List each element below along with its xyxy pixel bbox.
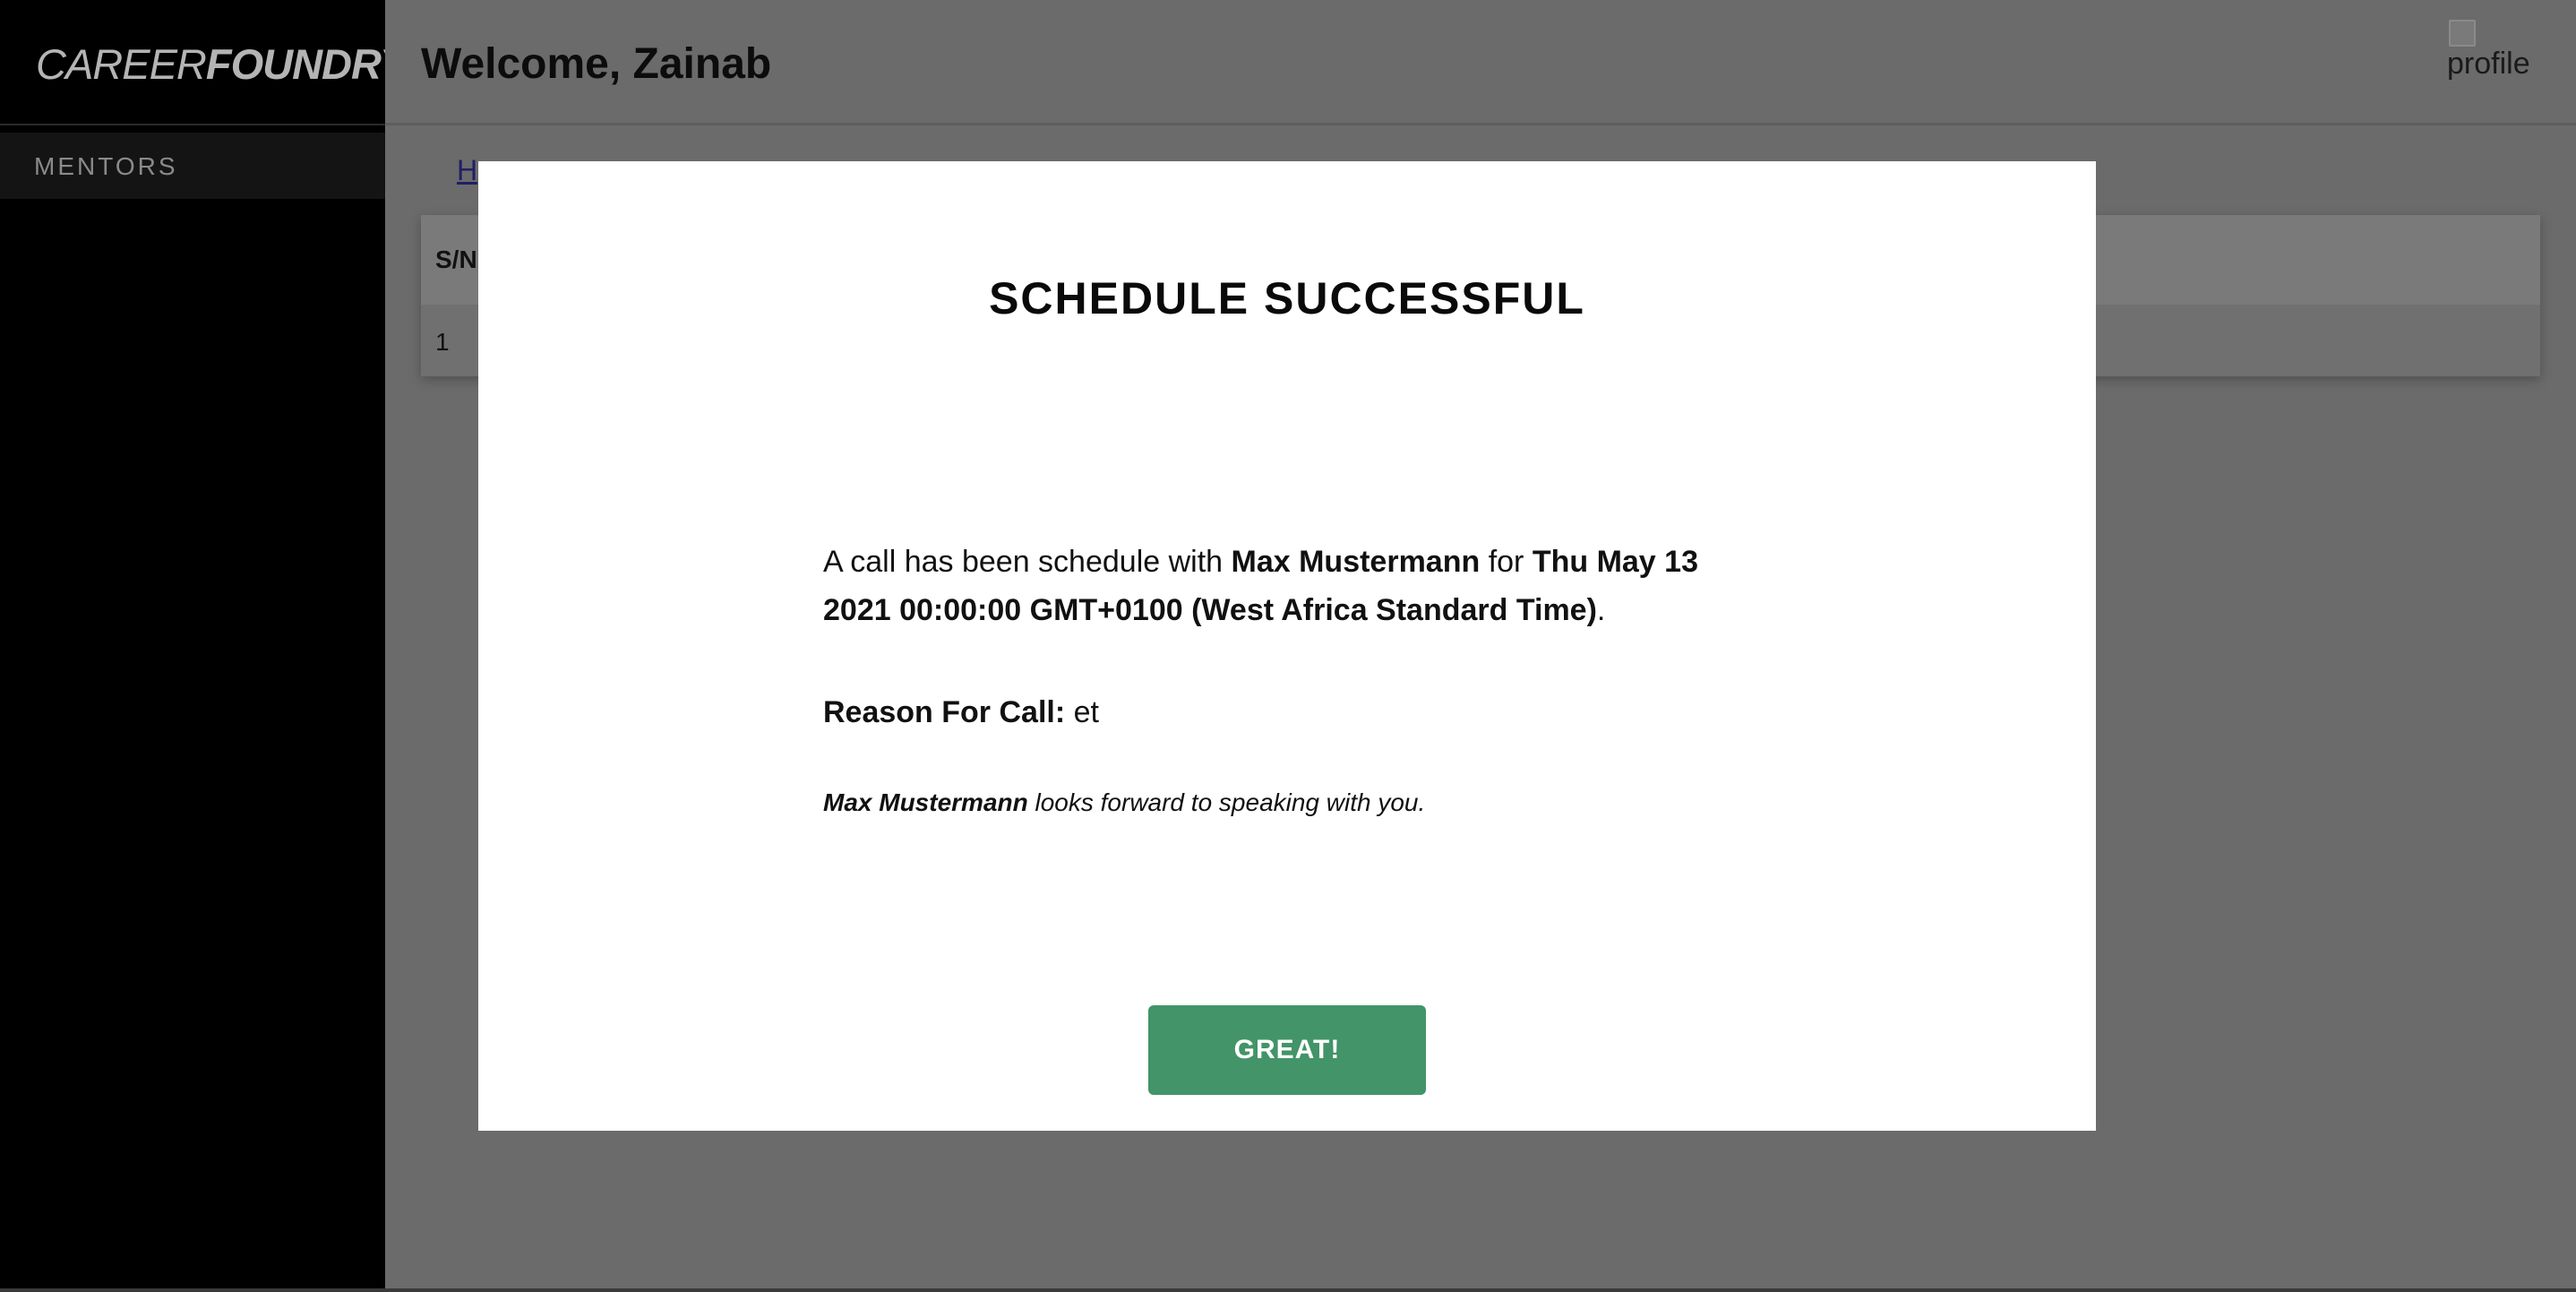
page-title: Welcome, Zainab <box>421 40 772 88</box>
schedule-success-modal: SCHEDULE SUCCESSFUL A call has been sche… <box>478 161 2096 1131</box>
window-bottom-edge <box>0 1288 2576 1292</box>
profile-alt-text: profile <box>2447 47 2530 81</box>
modal-body: A call has been schedule with Max Muster… <box>823 538 1728 821</box>
reason-label: Reason For Call: <box>823 695 1066 729</box>
sidebar-item-label: MENTORS <box>34 152 178 180</box>
reason-value: et <box>1065 695 1099 729</box>
call-reason: Reason For Call: et <box>823 688 1728 736</box>
top-header: Welcome, Zainab profile <box>385 0 2576 125</box>
logo-text-foundry: FOUNDRY <box>205 40 408 88</box>
summary-for: for <box>1480 545 1533 579</box>
table-header-sn: S/N <box>435 245 477 273</box>
mentor-name: Max Mustermann <box>1231 545 1481 579</box>
summary-period: . <box>1596 593 1606 627</box>
schedule-summary: A call has been schedule with Max Muster… <box>823 538 1728 634</box>
breadcrumb-home-link[interactable]: H <box>457 154 477 187</box>
logo-text-career: CAREER <box>36 40 207 88</box>
modal-title: SCHEDULE SUCCESSFUL <box>989 273 1585 323</box>
careerfoundry-logo[interactable]: CAREERFOUNDRY <box>36 39 408 89</box>
closing-note: Max Mustermann looks forward to speaking… <box>823 785 1728 821</box>
note-text: looks forward to speaking with you. <box>1027 788 1426 816</box>
great-button[interactable]: GREAT! <box>1148 1005 1426 1095</box>
table-cell-sn: 1 <box>435 328 450 356</box>
broken-image-icon <box>2449 20 2476 47</box>
sidebar-item-mentors[interactable]: MENTORS <box>0 133 385 199</box>
note-mentor-name: Max Mustermann <box>823 788 1028 816</box>
sidebar: CAREERFOUNDRY MENTORS <box>0 0 408 1292</box>
profile-avatar[interactable]: profile <box>2447 20 2533 84</box>
sidebar-divider <box>0 124 385 125</box>
summary-intro: A call has been schedule with <box>823 545 1232 579</box>
